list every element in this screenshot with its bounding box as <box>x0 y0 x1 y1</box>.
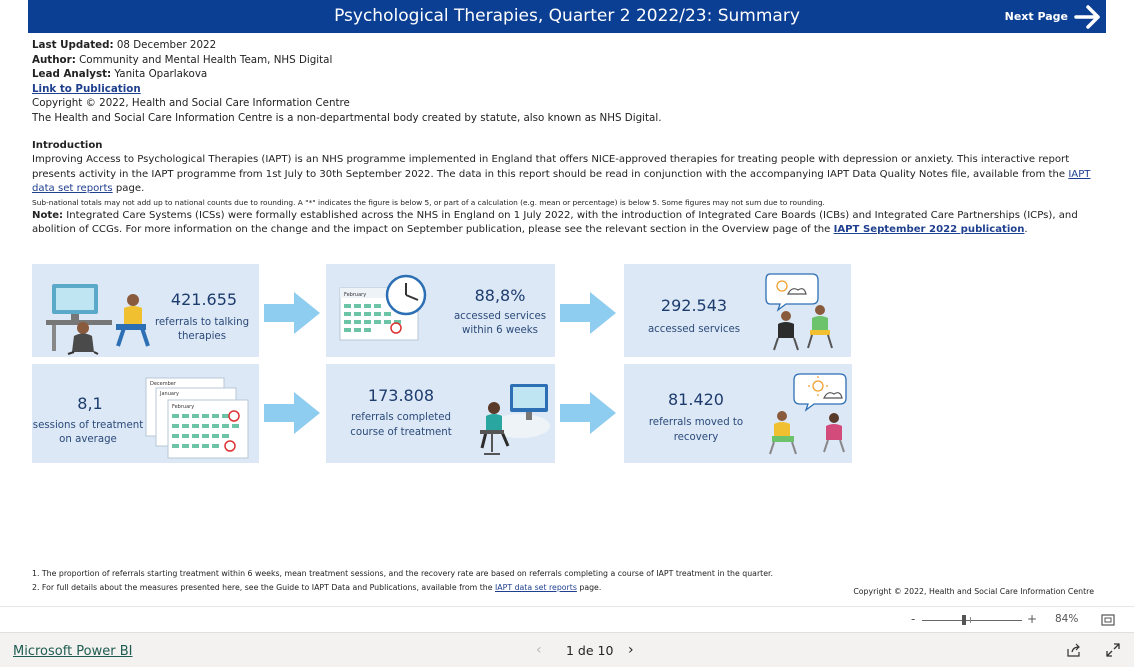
sessions-card: 8,1 sessions of treatment on average Dec… <box>32 364 259 463</box>
within-6-weeks-label-1: accessed services <box>453 311 547 322</box>
fit-to-page-icon[interactable] <box>1101 614 1115 626</box>
completed-treatment-card: 173.808 referrals completed course of tr… <box>326 364 555 463</box>
next-page-button[interactable]: Next Page <box>1005 1 1102 32</box>
referrals-value: 421.655 <box>170 290 238 309</box>
flow-arrow-icon <box>264 292 320 334</box>
zoom-default-tick <box>970 617 971 623</box>
author-line: Author: Community and Mental Health Team… <box>32 53 1102 68</box>
note-label: Note: <box>32 209 64 221</box>
recovery-card: 81.420 referrals moved to recovery <box>624 364 852 463</box>
sessions-label-2: on average <box>59 434 117 445</box>
zoom-slider-thumb[interactable] <box>962 615 966 625</box>
sessions-value: 8,1 <box>77 394 103 413</box>
page-indicator: 1 de 10 <box>566 643 614 658</box>
zoom-out-button[interactable]: - <box>911 612 915 626</box>
flow-arrow-icon <box>560 392 616 434</box>
footnote-2-text: 2. For full details about the measures p… <box>32 583 495 592</box>
footnote-2-end: page. <box>576 583 602 592</box>
report-canvas: Psychological Therapies, Quarter 2 2022/… <box>28 0 1106 606</box>
next-page-nav-button[interactable]: › <box>628 642 634 658</box>
accessed-services-value: 292.543 <box>660 296 728 315</box>
counselling-computer-illustration <box>46 284 150 355</box>
introduction-section: Introduction Improving Access to Psychol… <box>32 139 1104 237</box>
last-updated-line: Last Updated: 08 December 2022 <box>32 38 1102 53</box>
report-header: Psychological Therapies, Quarter 2 2022/… <box>28 0 1106 33</box>
recovery-value: 81.420 <box>668 390 724 409</box>
zoom-level: 84% <box>1055 613 1079 625</box>
completed-label-1: referrals completed <box>351 412 451 423</box>
calendar-clock-illustration: February <box>339 274 427 341</box>
share-icon[interactable] <box>1066 643 1082 658</box>
previous-page-button[interactable]: ‹ <box>536 642 542 658</box>
calendar-december-label: December <box>150 381 177 387</box>
body-statement: The Health and Social Care Information C… <box>32 111 662 124</box>
recovery-label-2: recovery <box>673 432 719 443</box>
lead-analyst-label: Lead Analyst: <box>32 68 112 80</box>
zoom-in-button[interactable]: + <box>1027 612 1037 626</box>
ics-note: Note: Integrated Care Systems (ICSs) wer… <box>32 209 1104 238</box>
last-updated-label: Last Updated: <box>32 39 114 51</box>
footnote-data-set-reports-link[interactable]: IAPT data set reports <box>495 583 577 592</box>
within-6-weeks-value: 88,8% <box>474 286 526 305</box>
zoom-slider-track[interactable] <box>922 620 1022 621</box>
next-page-label: Next Page <box>1004 10 1068 23</box>
introduction-heading: Introduction <box>32 140 103 151</box>
talking-people-illustration <box>765 273 833 351</box>
footer-copyright: Copyright © 2022, Health and Social Care… <box>853 587 1094 596</box>
intro-text: Improving Access to Psychological Therap… <box>32 154 1070 180</box>
calendar-january-label: January <box>159 391 179 397</box>
recovery-label-1: referrals moved to <box>648 417 744 428</box>
within-6-weeks-card: February 88,8% accessed services within … <box>326 264 555 357</box>
status-bar: Microsoft Power BI ‹ 1 de 10 › <box>0 632 1134 667</box>
footnotes: 1. The proportion of referrals starting … <box>32 567 773 595</box>
within-6-weeks-label-2: within 6 weeks <box>462 325 538 336</box>
flow-arrow-icon <box>560 292 616 334</box>
author-label: Author: <box>32 53 76 66</box>
person-at-computer-illustration <box>480 384 550 455</box>
note-end: . <box>1024 224 1028 236</box>
completed-label-2: course of treatment <box>350 427 452 438</box>
fullscreen-icon[interactable] <box>1106 643 1120 657</box>
completed-value: 173.808 <box>367 386 435 405</box>
accessed-services-card: 292.543 accessed services <box>624 264 851 357</box>
referrals-label-1: referrals to talking <box>154 317 250 328</box>
calendar-month-label: February <box>344 292 366 298</box>
sessions-label-1: sessions of treatment <box>32 420 144 431</box>
referrals-label-2: therapies <box>177 331 227 342</box>
referrals-card: 421.655 referrals to talking therapies <box>32 264 259 357</box>
report-metadata: Last Updated: 08 December 2022 Author: C… <box>32 38 1102 125</box>
copyright-line: Copyright © 2022, Health and Social Care… <box>32 97 350 109</box>
publication-link[interactable]: Link to Publication <box>32 83 141 95</box>
lead-analyst-line: Lead Analyst: Yanita Oparlakova <box>32 67 1102 82</box>
zoom-bar: - + 84% <box>0 606 1134 632</box>
recovered-people-illustration <box>769 373 847 455</box>
intro-text-end: page. <box>112 183 145 195</box>
arrow-right-icon <box>1074 4 1102 30</box>
author-value: Community and Mental Health Team, NHS Di… <box>79 53 333 66</box>
calendar-february-label: February <box>172 404 194 410</box>
flow-arrow-icon <box>264 392 320 434</box>
accessed-services-label: accessed services <box>647 324 741 335</box>
lead-analyst-value: Yanita Oparlakova <box>114 68 208 80</box>
last-updated-value: 08 December 2022 <box>116 39 217 51</box>
calendars-illustration: December January February <box>145 377 249 459</box>
report-title: Psychological Therapies, Quarter 2 2022/… <box>334 6 800 26</box>
introduction-paragraph: Improving Access to Psychological Therap… <box>32 153 1104 196</box>
iapt-september-publication-link[interactable]: IAPT September 2022 publication <box>834 224 1025 235</box>
microsoft-power-bi-link[interactable]: Microsoft Power BI <box>13 644 132 659</box>
footnote-1: 1. The proportion of referrals starting … <box>32 569 773 578</box>
rounding-note: Sub-national totals may not add up to na… <box>32 197 825 207</box>
footnote-2: 2. For full details about the measures p… <box>32 581 773 595</box>
